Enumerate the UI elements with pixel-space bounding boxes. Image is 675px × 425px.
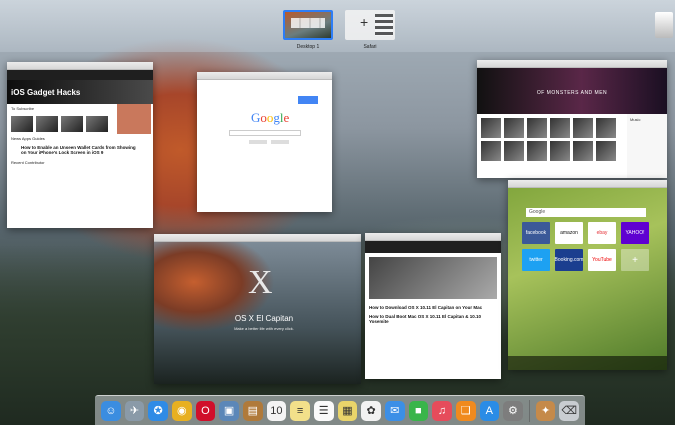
notefile-icon[interactable]: ▤ bbox=[243, 401, 263, 421]
sign-in-button bbox=[298, 96, 318, 104]
article-hero-image bbox=[369, 257, 497, 299]
speed-dial-grid: facebook amazon ebay YAHOO! twitter Book… bbox=[522, 222, 649, 271]
app-store-icon[interactable]: A bbox=[480, 401, 500, 421]
tile-facebook: facebook bbox=[522, 222, 550, 244]
launchpad-icon[interactable]: ✈ bbox=[125, 401, 145, 421]
opera-bottom-bar bbox=[508, 356, 667, 370]
preview-icon[interactable]: ▣ bbox=[219, 401, 239, 421]
system-preferences-icon[interactable]: ⚙ bbox=[503, 401, 523, 421]
window-google[interactable]: Google bbox=[197, 72, 332, 212]
article-headline: How to Enable an Unseen Wallet Cards fro… bbox=[7, 143, 153, 158]
window-wonderhowto[interactable]: How to Download OS X 10.11 El Capitan on… bbox=[365, 233, 501, 379]
finder-icon[interactable]: ☺ bbox=[101, 401, 121, 421]
messages-icon[interactable]: ✉ bbox=[385, 401, 405, 421]
tile-amazon: amazon bbox=[555, 222, 583, 244]
google-logo: Google bbox=[251, 110, 289, 126]
space-safari-label: Safari bbox=[340, 44, 400, 50]
speed-dial-search: Google bbox=[526, 208, 646, 217]
site-header bbox=[365, 241, 501, 253]
tile-add: + bbox=[621, 249, 649, 271]
artist-banner: OF MONSTERS AND MEN bbox=[477, 68, 667, 114]
space-safari-thumbnail[interactable] bbox=[345, 10, 395, 40]
sidebar-image bbox=[117, 104, 151, 134]
space-desktop-1-label: Desktop 1 bbox=[278, 44, 338, 50]
stickies-icon[interactable]: ▦ bbox=[338, 401, 358, 421]
space-desktop-1-thumbnail[interactable] bbox=[283, 10, 333, 40]
reminders-icon[interactable]: ☰ bbox=[314, 401, 334, 421]
add-space-icon[interactable]: + bbox=[360, 14, 368, 30]
article-headline-1: How to Download OS X 10.11 El Capitan on… bbox=[365, 303, 501, 312]
window-titlebar bbox=[154, 234, 361, 242]
dock: ☺✈✪◉O▣▤10≡☰▦✿✉■♫❑A⚙ ✦⌫ bbox=[95, 395, 585, 425]
tile-ebay: ebay bbox=[588, 222, 616, 244]
opera-icon[interactable]: O bbox=[196, 401, 216, 421]
window-gadget-hacks[interactable]: iOS Gadget Hacks To Subscribe News Apps … bbox=[7, 62, 153, 228]
window-el-capitan[interactable]: X OS X El Capitan Make a better life wit… bbox=[154, 234, 361, 384]
os-x-logo: X bbox=[248, 264, 273, 302]
window-itunes[interactable]: OF MONSTERS AND MEN Music bbox=[477, 60, 667, 178]
tile-yahoo: YAHOO! bbox=[621, 222, 649, 244]
window-titlebar bbox=[508, 180, 667, 188]
archive-icon[interactable]: ✦ bbox=[536, 401, 556, 421]
window-titlebar bbox=[7, 62, 153, 70]
tile-booking: Booking.com bbox=[555, 249, 583, 271]
add-desktop-button[interactable] bbox=[655, 12, 673, 38]
notes-icon[interactable]: ≡ bbox=[290, 401, 310, 421]
mission-control-spaces-bar: Desktop 1 Safari + bbox=[0, 0, 675, 52]
window-titlebar bbox=[477, 60, 667, 68]
facetime-icon[interactable]: ■ bbox=[409, 401, 429, 421]
google-search-box bbox=[229, 130, 301, 136]
article-headline-2: How to Dual Boot Mac OS X 10.11 El Capit… bbox=[365, 312, 501, 326]
tile-twitter: twitter bbox=[522, 249, 550, 271]
recent-contributor-label: Recent Contributor bbox=[7, 158, 153, 167]
itunes-sidebar: Music bbox=[627, 114, 667, 178]
google-search-buttons bbox=[249, 140, 289, 144]
ibooks-icon[interactable]: ❑ bbox=[456, 401, 476, 421]
window-titlebar bbox=[365, 233, 501, 241]
safari-icon[interactable]: ✪ bbox=[148, 401, 168, 421]
tile-youtube: YouTube bbox=[588, 249, 616, 271]
section-tabs: News Apps Guides bbox=[7, 134, 153, 143]
window-titlebar bbox=[197, 72, 332, 80]
window-opera-speed-dial[interactable]: Google facebook amazon ebay YAHOO! twitt… bbox=[508, 180, 667, 370]
site-nav bbox=[7, 70, 153, 80]
os-tagline: Make a better life with every click. bbox=[194, 326, 334, 331]
dock-separator bbox=[529, 400, 530, 422]
music-icon[interactable]: ♫ bbox=[432, 401, 452, 421]
chrome-icon[interactable]: ◉ bbox=[172, 401, 192, 421]
trash-icon[interactable]: ⌫ bbox=[559, 401, 579, 421]
site-title: iOS Gadget Hacks bbox=[7, 80, 153, 104]
photos-icon[interactable]: ✿ bbox=[361, 401, 381, 421]
calendar-icon[interactable]: 10 bbox=[267, 401, 287, 421]
os-name: OS X El Capitan bbox=[214, 314, 314, 323]
